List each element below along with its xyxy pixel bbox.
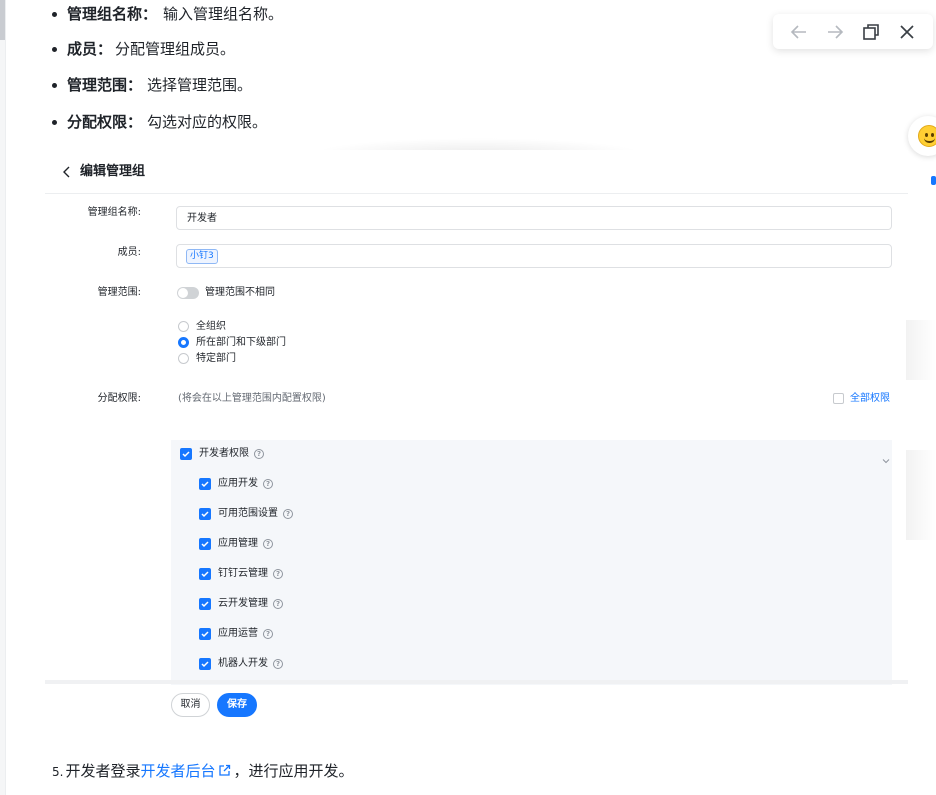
restore-window-icon[interactable] — [861, 22, 881, 42]
bullet-dot — [52, 83, 57, 88]
form-title: 编辑管理组 — [80, 164, 146, 179]
bullet-dot — [52, 120, 57, 125]
help-icon[interactable]: ? — [263, 539, 273, 549]
developer-console-link[interactable]: 开发者后台 — [140, 762, 215, 780]
checkbox-checked-icon[interactable] — [199, 508, 211, 520]
bullet-term: 管理范围： — [67, 76, 143, 94]
arrow-right-icon[interactable] — [825, 22, 845, 42]
name-input[interactable]: 开发者 — [176, 206, 892, 230]
smiley-mouth — [924, 138, 935, 143]
cancel-button[interactable]: 取消 — [171, 693, 210, 717]
members-label: 成员: — [117, 247, 141, 258]
checkbox-checked-icon[interactable] — [199, 478, 211, 490]
help-icon[interactable]: ? — [273, 659, 283, 669]
help-icon[interactable]: ? — [283, 509, 293, 519]
all-permissions-link[interactable]: 全部权限 — [850, 392, 890, 406]
bullet-term: 分配权限： — [67, 113, 143, 131]
edge-shadow — [906, 320, 936, 380]
help-icon[interactable]: ? — [263, 479, 273, 489]
member-tag[interactable]: 小钉3 — [186, 249, 218, 264]
step-text-before: 开发者登录 — [65, 762, 141, 780]
bullet-desc: 选择管理范围。 — [147, 76, 253, 94]
embedded-screenshot: 编辑管理组 管理组名称: 开发者 成员: 小钉3 管理范围: 管理范围不相同 全… — [45, 150, 908, 722]
scroll-thumb[interactable] — [0, 0, 5, 40]
radio-label: 特定部门 — [196, 353, 236, 364]
scope-label: 管理范围: — [97, 287, 141, 298]
checkbox-checked-icon[interactable] — [199, 598, 211, 610]
bullet-dot — [52, 47, 57, 52]
members-input[interactable]: 小钉3 — [176, 244, 892, 268]
scope-toggle[interactable] — [177, 287, 199, 299]
permission-label: 钉钉云管理 — [218, 568, 268, 579]
permission-label: 应用开发 — [218, 478, 258, 489]
edge-shadow — [906, 450, 936, 540]
help-icon[interactable]: ? — [273, 569, 283, 579]
chevron-left-icon[interactable] — [60, 164, 74, 178]
radio-label: 所在部门和下级部门 — [196, 337, 286, 348]
toggle-knob — [178, 288, 188, 298]
name-label: 管理组名称: — [87, 207, 141, 218]
permission-tree: 开发者权限? 应用开发? 可用范围设置? 应用管理? 钉钉云管理? 云开发管理?… — [171, 440, 892, 685]
scope-toggle-text: 管理范围不相同 — [205, 287, 275, 298]
bullet-desc: 分配管理组成员。 — [115, 40, 236, 58]
image-viewer-toolbar — [773, 14, 933, 49]
radio-whole-org[interactable] — [178, 321, 189, 332]
permission-label: 开发者权限 — [199, 448, 249, 459]
permission-label: 云开发管理 — [218, 598, 268, 609]
smiley-icon — [918, 125, 936, 147]
permission-label: 可用范围设置 — [218, 508, 278, 519]
left-scroll-rail — [0, 0, 6, 795]
arrow-left-icon[interactable] — [789, 22, 809, 42]
bullet-dot — [52, 12, 57, 17]
checkbox-checked-icon[interactable] — [199, 568, 211, 580]
smiley-eye — [925, 133, 928, 137]
save-button[interactable]: 保存 — [217, 693, 257, 717]
external-link-icon[interactable] — [218, 760, 231, 776]
checkbox-checked-icon[interactable] — [199, 658, 211, 670]
emoji-reaction-button[interactable] — [908, 116, 936, 156]
permission-label: 应用运营 — [218, 628, 258, 639]
step-5: 5. 开发者登录开发者后台 ，进行应用开发。 — [52, 759, 354, 784]
radio-label: 全组织 — [196, 321, 226, 332]
footer-divider — [45, 680, 908, 684]
step-number: 5. — [52, 765, 64, 779]
all-permissions-checkbox[interactable] — [833, 393, 844, 404]
permission-label: 应用管理 — [218, 538, 258, 549]
permission-label: 机器人开发 — [218, 658, 268, 669]
bullet-desc: 输入管理组名称。 — [163, 5, 284, 23]
name-value: 开发者 — [187, 213, 217, 224]
step-text-after: ，进行应用开发。 — [233, 762, 354, 780]
help-icon[interactable]: ? — [263, 629, 273, 639]
help-icon[interactable]: ? — [273, 599, 283, 609]
help-icon[interactable]: ? — [254, 449, 264, 459]
permissions-hint: (将会在以上管理范围内配置权限) — [178, 393, 326, 404]
checkbox-checked-icon[interactable] — [180, 448, 192, 460]
permissions-label: 分配权限: — [97, 393, 141, 404]
bullet-term: 成员： — [67, 40, 113, 58]
radio-dept-and-sub[interactable] — [178, 337, 189, 348]
side-indicator — [931, 176, 936, 185]
checkbox-checked-icon[interactable] — [199, 538, 211, 550]
radio-specific-dept[interactable] — [178, 353, 189, 364]
checkbox-checked-icon[interactable] — [199, 628, 211, 640]
bullet-term: 管理组名称： — [67, 5, 158, 23]
close-icon[interactable] — [897, 22, 917, 42]
chevron-down-icon[interactable] — [882, 450, 890, 464]
smiley-eye — [931, 133, 934, 137]
form-header: 编辑管理组 — [45, 150, 908, 194]
bullet-desc: 勾选对应的权限。 — [147, 113, 268, 131]
